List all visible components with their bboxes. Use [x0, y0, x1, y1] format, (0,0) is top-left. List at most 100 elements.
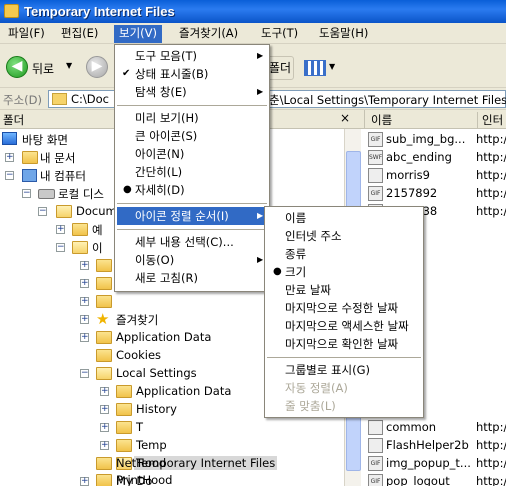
gif-file-icon: GIF	[368, 186, 383, 201]
tree-item-label: 바탕 화면	[22, 133, 68, 147]
file-row[interactable]: GIF 2157892 http:/	[364, 185, 506, 202]
menu-item-icons[interactable]: 아이콘(N)	[117, 145, 267, 163]
tree-item-label: 내 문서	[40, 151, 76, 165]
submenu-item-show-in-groups[interactable]: 그룹별로 표시(G)	[267, 361, 421, 379]
close-icon[interactable]: ×	[340, 111, 350, 125]
menu-item-tiles[interactable]: 큰 아이콘(S)	[117, 127, 267, 145]
file-url: http:/	[476, 186, 506, 200]
submenu-item-label: 종류	[285, 247, 307, 261]
folder-icon	[52, 93, 67, 105]
file-url: http:/	[476, 132, 506, 146]
back-dropdown-arrow-icon[interactable]: ▼	[66, 61, 72, 70]
file-row[interactable]: SWF abc_ending http:/	[364, 149, 506, 166]
collapse-icon[interactable]: −	[5, 171, 14, 180]
collapse-icon[interactable]: −	[38, 207, 47, 216]
folder-icon	[116, 439, 132, 452]
menu-edit[interactable]: 편집(E)	[56, 26, 103, 42]
menu-item-toolbars[interactable]: 도구 모음(T) ▶	[117, 47, 267, 65]
folder-icon	[116, 421, 132, 434]
tree-item-label: T	[136, 420, 144, 434]
menu-favorites[interactable]: 즐겨찾기(A)	[174, 26, 243, 42]
address-text-right: 춘\Local Settings\Temporary Internet File…	[269, 93, 506, 107]
menu-item-thumbnails[interactable]: 미리 보기(H)	[117, 109, 267, 127]
tree-item-label: 즐겨찾기	[116, 313, 159, 327]
collapse-icon[interactable]: −	[56, 243, 65, 252]
submenu-item-expires[interactable]: 만료 날짜	[267, 281, 421, 299]
gif-file-icon: GIF	[368, 132, 383, 147]
forward-button[interactable]: ▶	[86, 56, 108, 78]
file-icon	[368, 420, 383, 435]
menu-item-choose-details[interactable]: 세부 내용 선택(C)...	[117, 233, 267, 251]
expand-icon[interactable]: +	[100, 441, 109, 450]
drive-icon	[38, 189, 55, 199]
menu-item-list[interactable]: 간단히(L)	[117, 163, 267, 181]
submenu-item-last-checked[interactable]: 마지막으로 확인한 날짜	[267, 335, 421, 353]
file-row[interactable]: GIF pop_logout http:/	[364, 473, 506, 486]
expand-icon[interactable]: +	[80, 315, 89, 324]
views-icon	[304, 60, 326, 76]
address-text-left: C:\Doc	[71, 92, 109, 106]
views-button[interactable]: ▼	[302, 56, 336, 80]
menu-tools[interactable]: 도구(T)	[256, 26, 303, 42]
expand-icon[interactable]: +	[80, 333, 89, 342]
column-header-name[interactable]: 이름	[371, 112, 392, 128]
folder-icon	[116, 385, 132, 398]
submenu-item-size[interactable]: ● 크기	[267, 263, 421, 281]
menu-item-explorer-bar[interactable]: 탐색 창(E) ▶	[117, 83, 267, 101]
file-name: 2157892	[386, 186, 438, 200]
submenu-item-type[interactable]: 종류	[267, 245, 421, 263]
menu-item-details[interactable]: ● 자세히(D)	[117, 181, 267, 199]
expand-icon[interactable]: +	[80, 297, 89, 306]
file-row[interactable]: GIF img_popup_t... http:/	[364, 455, 506, 472]
file-name: pop_logout	[386, 474, 450, 486]
back-button[interactable]: ◀	[6, 56, 28, 78]
expand-icon[interactable]: +	[80, 261, 89, 270]
expand-icon[interactable]: +	[100, 387, 109, 396]
file-row[interactable]: common http:/	[364, 419, 506, 436]
expand-icon[interactable]: +	[56, 225, 65, 234]
folders-button[interactable]: 폴더	[266, 56, 294, 80]
file-row[interactable]: GIF sub_img_bg... http:/	[364, 131, 506, 148]
submenu-item-internet-address[interactable]: 인터넷 주소	[267, 227, 421, 245]
folder-icon	[96, 331, 112, 344]
collapse-icon[interactable]: −	[22, 189, 31, 198]
menu-item-label: 큰 아이콘(S)	[135, 129, 198, 143]
expand-icon[interactable]: +	[5, 153, 14, 162]
menu-separator	[117, 229, 267, 230]
file-name: sub_img_bg...	[386, 132, 466, 146]
submenu-item-name[interactable]: 이름	[267, 209, 421, 227]
tree-item-label: Docum	[76, 204, 117, 218]
expand-icon[interactable]: +	[80, 279, 89, 288]
menu-item-label: 탐색 창(E)	[135, 85, 187, 99]
back-label[interactable]: 뒤로	[32, 60, 54, 77]
expand-icon[interactable]: +	[100, 423, 109, 432]
tree-item-label: 로컬 디스	[58, 187, 104, 201]
submenu-item-last-accessed[interactable]: 마지막으로 액세스한 날짜	[267, 317, 421, 335]
menu-help[interactable]: 도움말(H)	[314, 26, 373, 42]
folder-icon	[22, 151, 38, 164]
submenu-arrow-icon: ▶	[257, 255, 264, 264]
menu-item-status-bar[interactable]: ✔ 상태 표시줄(B)	[117, 65, 267, 83]
folder-icon	[72, 241, 88, 254]
view-menu-dropdown: 도구 모음(T) ▶ ✔ 상태 표시줄(B) 탐색 창(E) ▶ 미리 보기(H…	[114, 44, 270, 292]
submenu-item-label: 줄 맞춤(L)	[285, 399, 336, 413]
collapse-icon[interactable]: −	[80, 369, 89, 378]
menu-item-label: 세부 내용 선택(C)...	[135, 235, 234, 249]
expand-icon[interactable]: +	[100, 405, 109, 414]
file-url: http:/	[476, 456, 506, 470]
arrange-icons-submenu: 이름 인터넷 주소 종류 ● 크기 만료 날짜 마지막으로 수정한 날짜 마지막…	[264, 206, 424, 418]
submenu-item-last-modified[interactable]: 마지막으로 수정한 날짜	[267, 299, 421, 317]
menu-file[interactable]: 파일(F)	[3, 26, 50, 42]
tree-item-label: Local Settings	[116, 366, 197, 380]
menu-item-refresh[interactable]: 새로 고침(R)	[117, 269, 267, 287]
menu-view[interactable]: 보기(V)	[114, 25, 162, 43]
folder-icon	[96, 367, 112, 380]
tree-item-label: NetHood	[116, 456, 167, 470]
file-row[interactable]: FlashHelper2b http:/	[364, 437, 506, 454]
menu-item-arrange-icons[interactable]: 아이콘 정렬 순서(I) ▶	[117, 207, 267, 225]
menu-item-go-to[interactable]: 이동(O) ▶	[117, 251, 267, 269]
star-icon: ★	[96, 310, 110, 328]
file-row[interactable]: morris9 http:/	[364, 167, 506, 184]
file-name: FlashHelper2b	[386, 438, 469, 452]
expand-icon[interactable]: +	[80, 477, 89, 486]
